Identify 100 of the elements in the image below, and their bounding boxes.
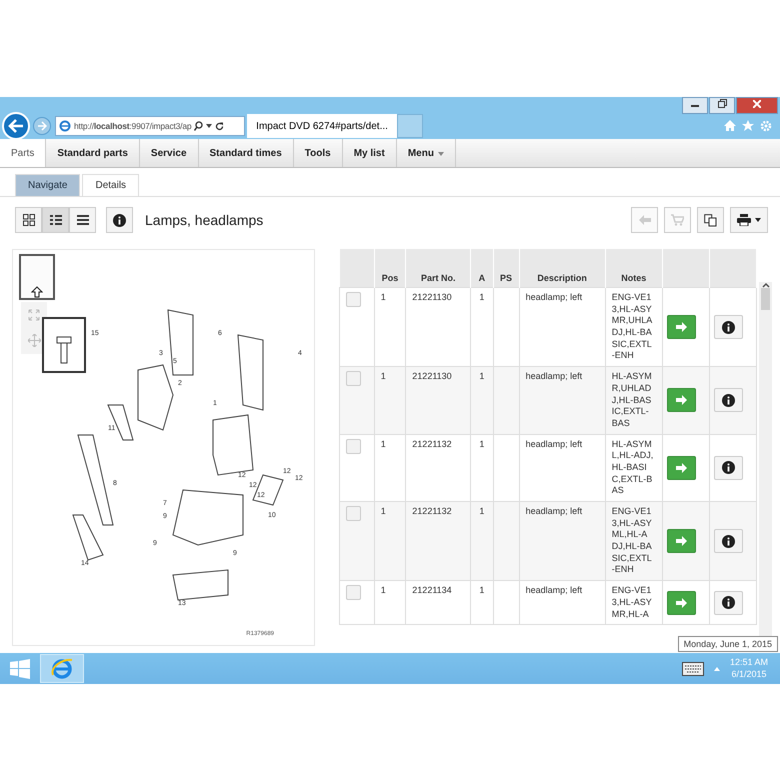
table-cell: 1 — [374, 502, 406, 581]
forward-button[interactable] — [33, 117, 51, 135]
table-cell: headlamp; left — [519, 580, 606, 625]
caret-icon — [755, 218, 761, 222]
grid-icon — [22, 214, 34, 226]
info-icon — [722, 320, 735, 334]
table-cell: 21221132 — [406, 502, 471, 581]
taskbar-app-button[interactable] — [40, 654, 84, 683]
info-icon — [113, 214, 126, 226]
table-cell: 1 — [374, 434, 406, 502]
table-cell: headlamp; left — [519, 288, 606, 367]
tab-title: Impact DVD 6274#parts/det... — [256, 120, 388, 132]
right-arrow-icon — [676, 395, 687, 406]
go-button[interactable] — [666, 590, 696, 615]
close-button[interactable] — [736, 97, 778, 114]
column-header: PS — [493, 249, 520, 288]
copy-button[interactable] — [697, 207, 724, 233]
nav-tab[interactable]: Tools — [294, 139, 343, 167]
info-button[interactable] — [714, 315, 743, 340]
table-cell: HL-ASYM L,HL-ADJ, HL-BASI C,EXTL-B AS — [605, 434, 662, 502]
favorites-star-icon[interactable] — [742, 120, 754, 132]
copy-icon — [704, 214, 717, 226]
column-header: Description — [519, 249, 606, 288]
column-header: Part No. — [406, 249, 471, 288]
right-arrow-icon — [676, 462, 687, 473]
info-icon — [722, 596, 735, 610]
go-button[interactable] — [666, 315, 696, 340]
nav-tab[interactable]: Standard parts — [46, 139, 140, 167]
go-button[interactable] — [666, 456, 696, 480]
info-icon — [722, 394, 735, 407]
browser-tab[interactable]: Impact DVD 6274#parts/det... — [247, 114, 397, 138]
search-icon[interactable] — [194, 121, 204, 131]
row-checkbox[interactable] — [346, 585, 361, 600]
cart-icon — [671, 214, 684, 226]
row-checkbox[interactable] — [346, 371, 361, 386]
windows-logo-icon — [10, 658, 30, 678]
page-title: Lamps, headlamps — [145, 212, 264, 228]
diagram-thumbnail[interactable] — [19, 254, 55, 300]
forward-arrow-icon — [37, 121, 47, 131]
column-header: A — [470, 249, 494, 288]
ie-logo-icon — [50, 656, 74, 680]
go-button[interactable] — [666, 529, 696, 554]
show-hidden-icons[interactable] — [714, 666, 720, 670]
table-cell: ENG-VE1 3,HL-ASY MR,UHLA DJ,HL-BA SIC,EXTL -ENH — [605, 288, 662, 367]
close-icon — [753, 100, 761, 108]
nav-tab[interactable]: Menu — [396, 139, 456, 167]
table-cell: 21221132 — [406, 434, 471, 502]
nav-tab[interactable]: Standard times — [198, 139, 294, 167]
info-button[interactable] — [714, 456, 743, 480]
column-header: Notes — [605, 249, 662, 288]
keyboard-icon — [682, 662, 704, 676]
row-checkbox[interactable] — [346, 438, 361, 454]
right-arrow-icon — [676, 322, 687, 332]
row-checkbox[interactable] — [346, 292, 361, 307]
row-checkbox[interactable] — [346, 506, 361, 521]
view-mode-button[interactable] — [15, 207, 42, 233]
scrollbar-thumb[interactable] — [761, 288, 770, 310]
table-cell: headlamp; left — [519, 366, 606, 434]
table-cell: 21221130 — [406, 288, 471, 367]
info-button[interactable] — [714, 529, 743, 554]
nav-tab[interactable]: My list — [342, 139, 397, 167]
table-cell: 1 — [470, 288, 494, 367]
view-mode-button[interactable] — [69, 207, 96, 233]
address-bar[interactable]: http://localhost:9907/impact3/ap — [55, 116, 245, 136]
print-button[interactable] — [730, 207, 768, 233]
up-arrow-icon — [31, 286, 43, 298]
info-icon — [722, 534, 735, 548]
menu-icon — [76, 214, 88, 226]
info-button[interactable] — [106, 207, 133, 233]
sub-tab[interactable]: Details — [82, 174, 140, 196]
sub-tab[interactable]: Navigate — [15, 174, 80, 196]
address-text: http://localhost:9907/impact3/ap — [74, 121, 192, 131]
info-button[interactable] — [714, 590, 743, 615]
minimize-button[interactable] — [682, 97, 708, 114]
table-cell: headlamp; left — [519, 434, 606, 502]
date-tooltip: Monday, June 1, 2015 — [678, 636, 778, 652]
scroll-up-icon[interactable] — [762, 282, 770, 288]
table-cell: HL-ASYM R,UHLAD J,HL-BAS IC,EXTL- BAS — [605, 366, 662, 434]
table-cell: 1 — [374, 288, 406, 367]
table-cell: 1 — [374, 366, 406, 434]
info-icon — [722, 461, 735, 474]
restore-icon — [718, 99, 726, 108]
table-cell: 1 — [470, 366, 494, 434]
table-cell: 21221130 — [406, 366, 471, 434]
nav-tab[interactable]: Parts — [0, 139, 46, 167]
nav-tab[interactable]: Service — [140, 139, 199, 167]
info-button[interactable] — [714, 388, 743, 412]
restore-button[interactable] — [709, 97, 735, 114]
dropdown-icon[interactable] — [206, 124, 212, 128]
table-cell: ENG-VE1 3,HL-ASY MR,HL-A — [605, 580, 662, 625]
back-arrow-icon — [8, 119, 24, 133]
view-mode-button[interactable] — [42, 207, 69, 233]
table-cell: headlamp; left — [519, 502, 606, 581]
refresh-icon[interactable] — [215, 122, 224, 130]
right-arrow-icon — [676, 598, 687, 608]
go-button[interactable] — [666, 388, 696, 412]
list-icon — [50, 214, 62, 226]
column-header: Pos — [374, 249, 406, 288]
ie-logo-icon — [59, 120, 71, 132]
table-cell: 1 — [374, 580, 406, 625]
